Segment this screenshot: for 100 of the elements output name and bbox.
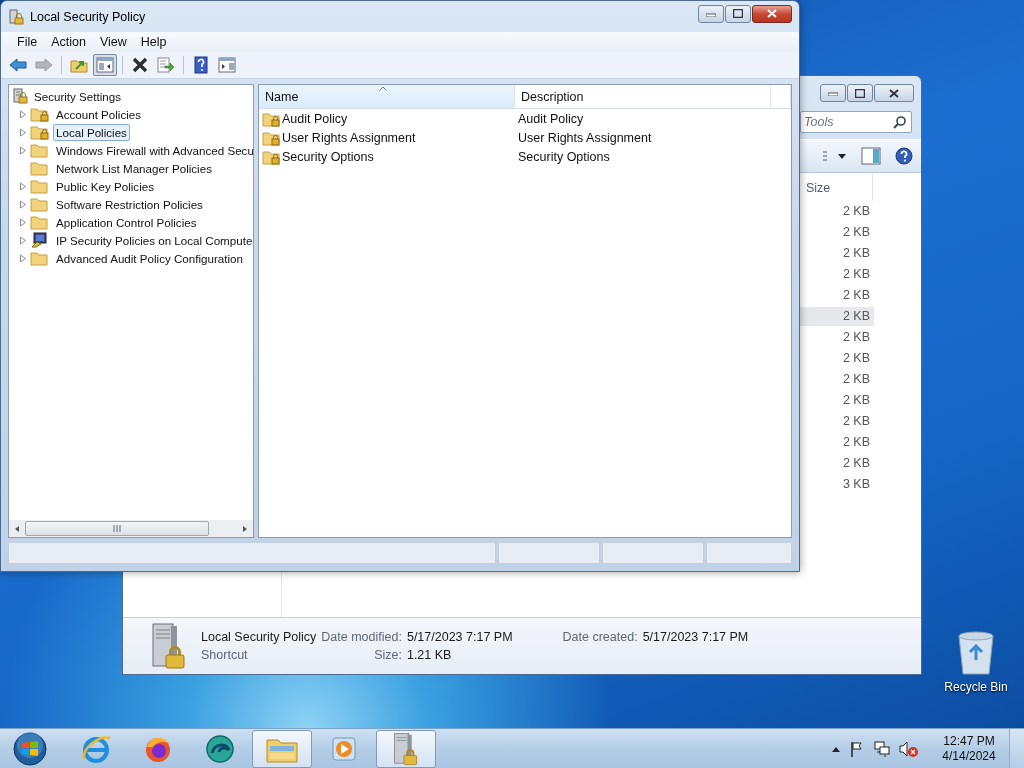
folder-icon [30,142,50,158]
network-icon[interactable] [873,740,891,757]
tree-item[interactable]: Advanced Audit Policy Configuration [53,249,246,267]
desktop-icon-label[interactable]: Recycle Bin [944,680,1008,694]
clock-date: 4/14/2024 [942,748,996,764]
size-cell[interactable]: 2 KB [800,244,874,263]
close-icon [767,9,777,18]
field-label: Date modified: [321,630,402,644]
recycle-bin-icon[interactable] [956,630,996,676]
field-value: 5/17/2023 7:17 PM [406,630,513,644]
tree-item[interactable]: Public Key Policies [53,177,157,195]
minimize-icon [828,90,838,96]
menu-item[interactable]: File [12,35,43,49]
tree-item[interactable]: Network List Manager Policies [53,159,215,177]
size-cell[interactable]: 2 KB [800,370,874,389]
swirl-icon [204,732,236,765]
app-icon [8,8,24,25]
tree-toggle-button[interactable] [93,54,117,76]
column-header[interactable]: Description [515,85,771,108]
field-value: 5/17/2023 7:17 PM [642,630,749,644]
preview-pane-icon [861,147,881,165]
speaker-icon[interactable] [899,740,919,757]
close-button[interactable] [752,4,792,23]
menu-item[interactable]: Action [46,35,91,49]
minimize-icon [706,10,716,17]
clock[interactable]: 12:47 PM 4/14/2024 [937,733,1001,764]
size-cell[interactable]: 2 KB [800,202,874,221]
maximize-icon [733,9,743,18]
preview-pane-button[interactable] [861,147,881,165]
scroll-right-icon[interactable] [241,524,249,533]
close-button[interactable] [874,84,914,102]
tree-item[interactable]: Application Control Policies [53,213,200,231]
file-name: Local Security Policy [201,630,317,644]
pane-toggle-button[interactable] [215,54,239,76]
folder-icon [30,160,50,176]
policy-description: User Rights Assignment [518,130,652,145]
tree-item[interactable]: Local Policies [53,123,130,141]
scroll-left-icon[interactable] [13,524,21,533]
right-arrow-icon [35,58,53,72]
menu-item[interactable]: Help [135,35,172,49]
size-cell[interactable]: 2 KB [800,328,874,347]
help-icon [895,147,913,165]
size-cell[interactable]: 2 KB [800,223,874,242]
size-cell[interactable]: 3 KB [800,475,874,494]
folder-icon [30,214,50,230]
help-button[interactable] [895,147,913,165]
maximize-icon [855,88,865,98]
locked-folder-icon [262,110,280,127]
policy-name[interactable]: Audit Policy [282,111,348,126]
horizontal-scrollbar[interactable] [9,520,253,537]
search-field[interactable]: Tools [800,111,912,133]
tree-item[interactable]: Account Policies [53,105,145,123]
size-cell[interactable]: 2 KB [800,454,874,473]
policy-name[interactable]: User Rights Assignment [282,130,416,145]
server-lock-taskbar-button[interactable] [376,729,436,768]
size-cell[interactable]: 2 KB [800,286,874,305]
field-label: Date created: [562,630,638,644]
scroll-thumb[interactable] [25,521,209,536]
maximize-button[interactable] [847,84,873,102]
size-cell[interactable]: 2 KB [800,412,874,431]
folder-icon [30,196,50,212]
view-options-icon [823,151,847,161]
close-icon [889,88,899,98]
locked-folder-icon [262,129,280,146]
export-list-icon [157,57,175,73]
console-tree-icon [96,57,114,73]
play-icon [330,734,358,763]
policy-name[interactable]: Security Options [282,149,374,164]
tree-item[interactable]: Software Restriction Policies [53,195,206,213]
tree-item[interactable]: IP Security Policies on Local Compute [53,231,253,249]
field-value: 1.21 KB [406,648,453,662]
security-settings-icon [12,88,28,104]
size-cell[interactable]: 2 KB [800,307,874,326]
size-cell[interactable]: 2 KB [800,349,874,368]
help-icon [194,56,208,74]
size-cell[interactable]: 2 KB [800,391,874,410]
size-cell[interactable]: 2 KB [800,265,874,284]
window-title: Local Security Policy [30,9,146,24]
locked-folder-icon [262,148,280,165]
tree-item[interactable]: Security Settings [31,87,124,105]
folder-arrow-icon [70,57,88,73]
file-type: Shortcut [201,648,249,662]
flag-icon[interactable] [849,740,865,757]
locked-folder-icon [30,124,50,140]
menu-item[interactable]: View [94,35,132,49]
folder-icon [30,250,50,266]
computer-icon [30,232,50,248]
show-desktop-button[interactable] [1009,728,1024,768]
column-header[interactable]: Name [259,85,515,108]
clock-time: 12:47 PM [943,733,995,749]
search-icon [893,115,907,129]
action-pane-icon [218,57,236,73]
view-menu-button[interactable] [823,151,847,161]
tree-item[interactable]: Windows Firewall with Advanced Secu [53,141,253,159]
policy-description: Audit Policy [518,111,584,126]
size-cell[interactable]: 2 KB [800,433,874,452]
delete-icon [132,57,148,73]
policy-description: Security Options [518,149,610,164]
left-arrow-icon [9,58,27,72]
maximize-button[interactable] [725,4,751,23]
